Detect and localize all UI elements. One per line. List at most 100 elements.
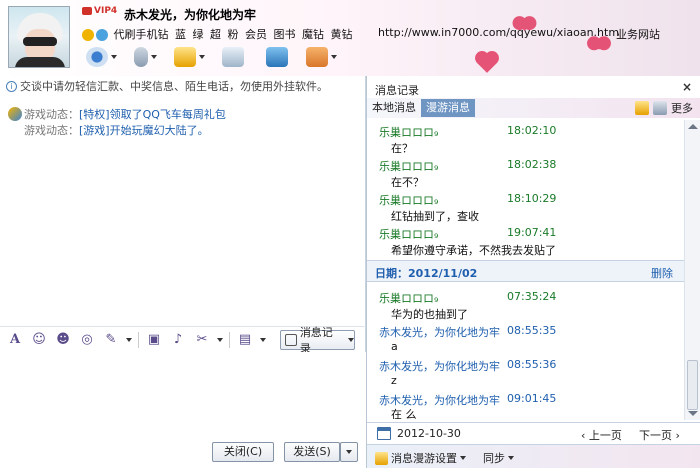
- service-link[interactable]: 魔钻: [302, 28, 324, 41]
- roaming-settings-button[interactable]: 消息漫游设置: [375, 450, 466, 466]
- history-tabs: 本地消息 漫游消息 更多: [367, 98, 700, 118]
- multi-chat-icon: [222, 47, 244, 67]
- minimize-button[interactable]: [630, 2, 650, 16]
- apps-button[interactable]: [300, 42, 342, 72]
- heart-decoration: [518, 18, 531, 31]
- remote-assist-button[interactable]: [256, 42, 298, 72]
- video-call-icon: [85, 47, 108, 67]
- screenshot-icon[interactable]: ✎: [102, 331, 120, 349]
- next-arrow-icon: ›: [672, 429, 680, 442]
- history-tools: 更多: [635, 100, 693, 116]
- qq-zone-icon[interactable]: [96, 29, 108, 41]
- history-list: 乐巢ロロロ₉ 18:02:10 在？ 乐巢ロロロ₉ 18:02:38 在不？ 乐巢ロ…: [367, 120, 685, 420]
- music-icon[interactable]: ♪: [169, 331, 187, 349]
- history-date[interactable]: 2012-10-30: [397, 427, 461, 440]
- history-entry-header: 乐巢ロロロ₉ 19:07:41: [379, 226, 557, 241]
- message-history-panel: 消息记录 × 本地消息 漫游消息 更多 乐巢ロロロ₉ 18:02:10 在？ 乐巢…: [366, 76, 700, 468]
- history-scrollbar[interactable]: [684, 120, 700, 420]
- close-chat-button[interactable]: 关闭(C): [212, 442, 274, 462]
- prev-arrow-icon: ‹: [581, 429, 589, 442]
- skin-button[interactable]: [608, 2, 628, 16]
- service-link[interactable]: 粉: [228, 28, 239, 41]
- vip-badge[interactable]: VIP4: [82, 6, 117, 16]
- service-link[interactable]: 会员: [245, 28, 267, 41]
- star-icon: [82, 29, 94, 41]
- shake-icon[interactable]: ◎: [78, 331, 96, 349]
- settings-icon: [375, 451, 388, 465]
- speaker-icon[interactable]: [653, 101, 667, 115]
- service-link[interactable]: 绿: [193, 28, 204, 41]
- video-call-button[interactable]: [80, 42, 122, 72]
- history-pagination: 2012-10-30 ‹ 上一页 下一页 ›: [367, 422, 700, 444]
- service-link[interactable]: 图书: [274, 28, 296, 41]
- calendar-icon[interactable]: [377, 427, 391, 440]
- more-icon[interactable]: ▤: [236, 331, 254, 349]
- crown-icon: [82, 6, 92, 15]
- multi-chat-button[interactable]: [212, 42, 254, 72]
- delete-link[interactable]: 删除: [651, 265, 673, 281]
- file-transfer-button[interactable]: [168, 42, 210, 72]
- scroll-thumb[interactable]: [687, 360, 698, 410]
- info-icon: i: [6, 80, 17, 92]
- history-message: a: [391, 340, 398, 353]
- safety-notice: i 交谈中请勿轻信汇款、中奖信息、陌生电话，勿使用外挂软件。: [6, 78, 328, 94]
- history-entry-header: 赤木发光，为你化地为牢 09:01:45: [379, 392, 557, 407]
- message-input[interactable]: [0, 352, 366, 438]
- prev-page-link[interactable]: ‹ 上一页: [581, 427, 622, 443]
- message-log-button[interactable]: 消息记录: [280, 326, 355, 355]
- history-message: z: [391, 374, 397, 387]
- scroll-down-icon[interactable]: [688, 411, 698, 416]
- service-link[interactable]: 超: [210, 28, 221, 41]
- history-entry-header: 乐巢ロロロ₉ 18:10:29: [379, 192, 557, 207]
- website-url[interactable]: http://www.in7000.com/qqyewu/xiaoan.htm: [378, 26, 619, 39]
- apps-icon: [305, 47, 328, 67]
- service-link[interactable]: 黄钻: [331, 28, 353, 41]
- heart-decoration: [477, 53, 497, 73]
- history-entry-header: 乐巢ロロロ₉ 18:02:38: [379, 158, 557, 173]
- contact-avatar[interactable]: [8, 6, 70, 68]
- emoji-icon[interactable]: ☺: [30, 331, 48, 349]
- scroll-up-icon[interactable]: [688, 124, 698, 129]
- game-activity: 游戏动态： [特权]领取了QQ飞车每周礼包: [8, 106, 226, 122]
- history-title: 消息记录: [375, 84, 419, 97]
- service-link[interactable]: 代刷手机钻: [114, 28, 169, 41]
- magic-face-icon[interactable]: ☻: [54, 331, 72, 349]
- heart-decoration: [593, 38, 605, 50]
- send-options-button[interactable]: [340, 442, 358, 462]
- date-label: 日期：2012/11/02: [375, 267, 478, 280]
- next-page-link[interactable]: 下一页 ›: [639, 427, 680, 443]
- chat-toolbar: [80, 42, 342, 72]
- tab-roaming-messages[interactable]: 漫游消息: [421, 99, 475, 117]
- history-entry-header: 乐巢ロロロ₉ 18:02:10: [379, 124, 557, 139]
- remote-assist-icon: [266, 47, 288, 67]
- file-transfer-icon: [173, 47, 196, 67]
- scissors-icon[interactable]: ✂: [193, 331, 211, 349]
- more-link[interactable]: 更多: [671, 100, 693, 116]
- game-activity-link[interactable]: [特权]领取了QQ飞车每周礼包: [79, 106, 226, 122]
- image-icon[interactable]: ▣: [145, 331, 163, 349]
- history-message: 希望你遵守承诺，不然我去发贴了: [391, 244, 556, 257]
- history-entry-header: 赤木发光，为你化地为牢 08:55:35: [379, 324, 557, 339]
- history-message: 在不？: [391, 176, 424, 189]
- format-toolbar: A ☺ ☻ ◎ ✎ ▣ ♪ ✂ ▤ 消息记录: [0, 326, 366, 355]
- send-button[interactable]: 发送(S): [284, 442, 340, 462]
- sync-button[interactable]: 同步: [483, 450, 514, 466]
- window-controls: [608, 2, 694, 16]
- history-message: 红钻抽到了，查收: [391, 210, 479, 223]
- maximize-button[interactable]: [652, 2, 672, 16]
- history-entry-header: 乐巢ロロロ₉ 07:35:24: [379, 290, 557, 305]
- voice-call-icon: [133, 47, 148, 67]
- tab-local-messages[interactable]: 本地消息: [367, 99, 421, 117]
- font-icon[interactable]: A: [6, 331, 24, 349]
- game-activity-link[interactable]: [游戏]开始玩魔幻大陆了。: [79, 122, 209, 138]
- history-entry-header: 赤木发光，为你化地为牢 08:55:36: [379, 358, 557, 373]
- game-icon: [8, 107, 22, 121]
- contact-nickname: 赤木发光，为你化地为牢: [124, 8, 257, 22]
- voice-call-button[interactable]: [124, 42, 166, 72]
- close-history-button[interactable]: ×: [682, 80, 692, 94]
- close-window-button[interactable]: [674, 2, 694, 16]
- business-site-link[interactable]: 业务网站: [616, 26, 660, 42]
- send-bar: 关闭(C) 发送(S): [0, 438, 366, 468]
- export-icon[interactable]: [635, 101, 649, 115]
- service-link[interactable]: 蓝: [175, 28, 186, 41]
